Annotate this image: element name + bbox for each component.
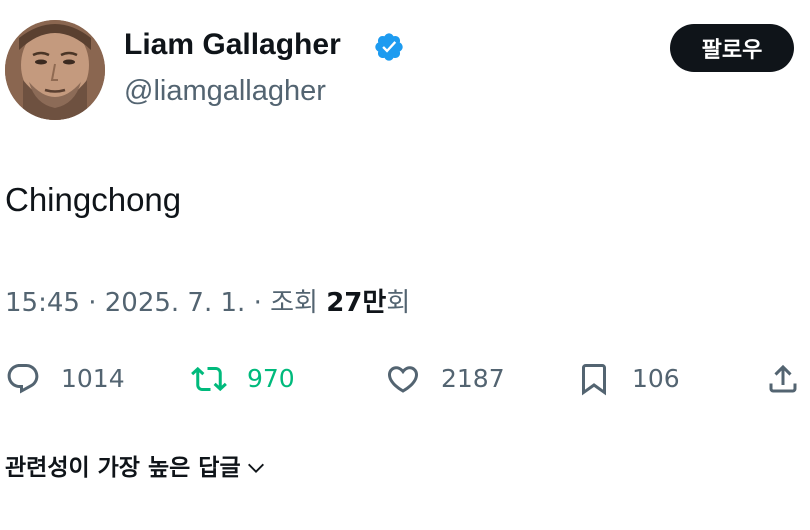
meta-separator: · (253, 288, 262, 318)
like-count: 2187 (441, 364, 505, 393)
like-button[interactable]: 2187 (385, 358, 505, 400)
avatar-photo (5, 20, 105, 120)
retweet-button[interactable]: 970 (191, 358, 295, 400)
share-icon (769, 364, 797, 393)
verified-badge-icon (375, 33, 403, 61)
tweet-time[interactable]: 15:45 (5, 288, 80, 318)
replies-sort-label: 관련성이 가장 높은 답글 (5, 455, 241, 481)
bookmark-icon (582, 364, 606, 396)
meta-separator: · (88, 288, 97, 318)
tweet-meta: 15:45 · 2025. 7. 1. · 조회 27만회 (5, 285, 410, 321)
tweet-text: Chingchong (5, 181, 182, 218)
reply-button[interactable]: 1014 (5, 358, 125, 400)
chevron-down-icon (247, 463, 264, 473)
views-suffix: 회 (386, 288, 411, 318)
share-button[interactable] (765, 358, 801, 400)
author-handle[interactable]: @liamgallagher (124, 73, 326, 109)
follow-button[interactable]: 팔로우 (670, 24, 794, 72)
tweet-date[interactable]: 2025. 7. 1. (105, 288, 246, 318)
views-count: 27만 (326, 288, 387, 318)
avatar[interactable] (5, 20, 105, 120)
author-name[interactable]: Liam Gallagher (124, 27, 341, 63)
replies-sort-dropdown[interactable]: 관련성이 가장 높은 답글 (5, 452, 267, 484)
bookmark-button[interactable]: 106 (576, 358, 680, 400)
reply-icon (7, 364, 39, 394)
views-label: 조회 (270, 288, 318, 318)
heart-icon (387, 366, 419, 393)
retweet-icon (191, 366, 227, 392)
reply-count: 1014 (61, 364, 125, 393)
retweet-count: 970 (247, 364, 295, 393)
bookmark-count: 106 (632, 364, 680, 393)
